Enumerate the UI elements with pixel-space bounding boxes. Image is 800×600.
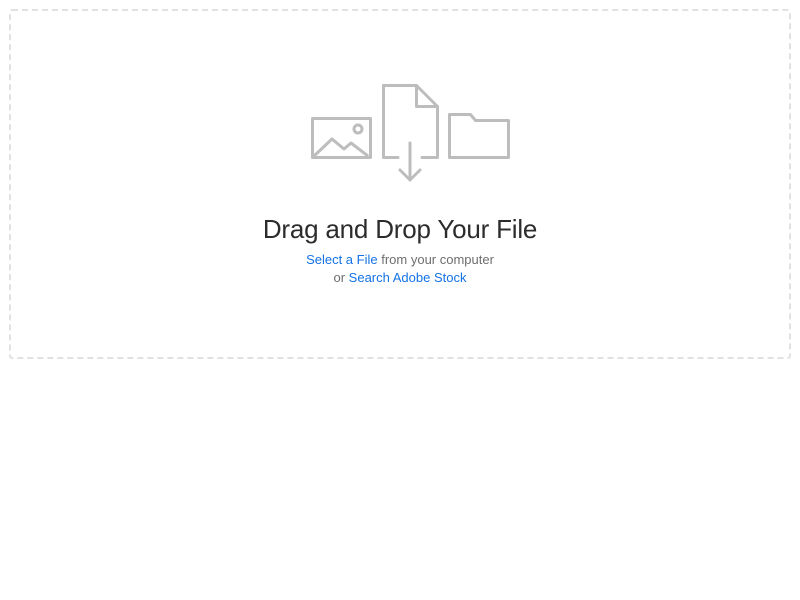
select-file-line: Select a File from your computer [11,252,789,267]
drop-zone[interactable]: Drag and Drop Your File Select a File fr… [9,9,791,359]
select-file-link[interactable]: Select a File [306,252,378,267]
drop-zone-title: Drag and Drop Your File [262,214,538,244]
search-adobe-stock-link[interactable]: Search Adobe Stock [349,270,467,285]
adobe-stock-line: or Search Adobe Stock [11,270,789,285]
upload-illustration [301,83,521,187]
file-download-icon [382,84,439,182]
folder-icon [448,113,510,159]
image-icon [311,117,372,159]
or-text: or [333,270,349,285]
from-computer-text: from your computer [377,252,494,267]
